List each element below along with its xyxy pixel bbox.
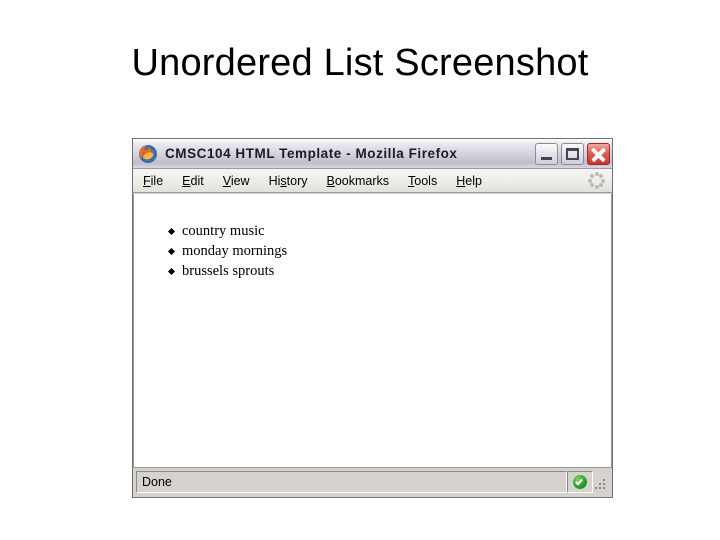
menu-item-tools[interactable]: Tools	[408, 174, 437, 188]
bullet-icon	[167, 247, 176, 256]
list-item-label: brussels sprouts	[182, 263, 275, 279]
status-text: Done	[142, 475, 172, 489]
menu-item-history[interactable]: History	[269, 174, 308, 188]
menu-item-view[interactable]: View	[223, 174, 250, 188]
green-check-icon	[573, 475, 587, 489]
status-text-panel: Done	[136, 471, 567, 493]
maximize-button[interactable]	[561, 142, 584, 165]
list-item-label: country music	[182, 223, 265, 239]
browser-window: CMSC104 HTML Template - Mozilla Firefox …	[132, 138, 613, 498]
page-title: Unordered List Screenshot	[131, 42, 589, 84]
menu-item-help[interactable]: Help	[456, 174, 482, 188]
menu-item-edit[interactable]: Edit	[182, 174, 204, 188]
throbber-icon	[588, 172, 605, 189]
menu-bar: File Edit View History Bookmarks Tools H…	[133, 169, 612, 193]
list-item-label: monday mornings	[182, 243, 288, 259]
menu-item-bookmarks[interactable]: Bookmarks	[327, 174, 390, 188]
firefox-icon	[138, 144, 158, 164]
bullet-icon	[167, 227, 176, 236]
resize-grip-icon[interactable]	[593, 471, 609, 493]
list-item: brussels sprouts	[134, 261, 611, 281]
bullet-icon	[167, 267, 176, 276]
unordered-list: country music monday mornings brussels s…	[134, 194, 611, 281]
list-item: country music	[134, 221, 611, 241]
window-title-bar[interactable]: CMSC104 HTML Template - Mozilla Firefox	[133, 139, 612, 169]
status-bar: Done	[133, 467, 612, 497]
close-button[interactable]	[587, 142, 610, 165]
minimize-button[interactable]	[535, 142, 558, 165]
menu-item-file[interactable]: File	[143, 174, 163, 188]
window-title: CMSC104 HTML Template - Mozilla Firefox	[165, 146, 458, 161]
list-item: monday mornings	[134, 241, 611, 261]
security-status-panel[interactable]	[567, 471, 593, 493]
page-content-area: country music monday mornings brussels s…	[133, 194, 612, 467]
